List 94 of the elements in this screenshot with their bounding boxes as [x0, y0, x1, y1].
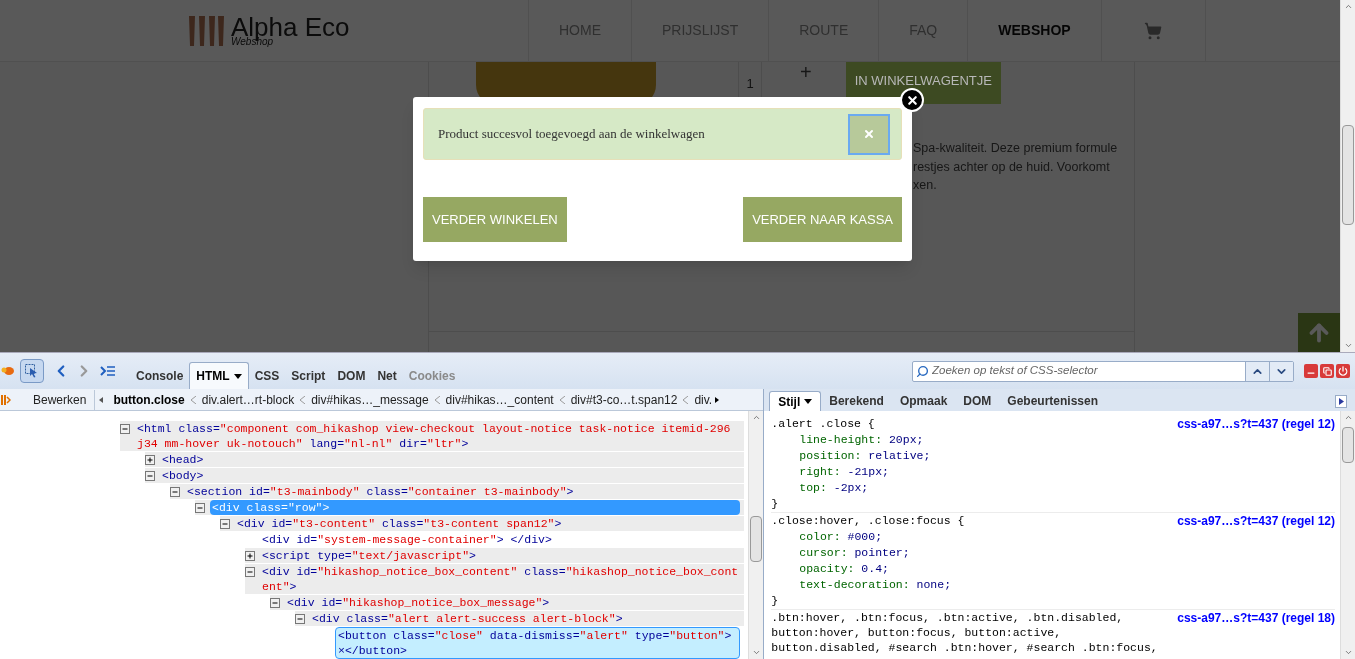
expand-icon[interactable] — [145, 455, 155, 465]
separator-icon — [300, 395, 306, 404]
panel-tab[interactable]: DOM — [331, 362, 372, 389]
css-selector: .close:hover, .close:focus { — [771, 513, 966, 528]
breadcrumb-link[interactable]: div#hikas…_message — [311, 390, 429, 409]
close-icon — [905, 93, 919, 107]
source-link[interactable]: css-a97…s?t=437 (regel 12) — [1177, 513, 1335, 529]
collapse-icon[interactable] — [170, 487, 180, 497]
expand-icon[interactable] — [245, 551, 255, 561]
inspect-button[interactable] — [20, 359, 44, 383]
panel-tab[interactable]: CSS — [248, 362, 286, 389]
collapse-icon[interactable] — [145, 471, 155, 481]
minimize-button[interactable] — [1304, 364, 1318, 378]
bug-icon[interactable] — [1, 365, 15, 377]
collapse-icon[interactable] — [245, 567, 255, 577]
side-panel-tab[interactable]: Stijl — [769, 391, 822, 411]
breadcrumb-link[interactable]: button.close — [113, 390, 185, 409]
close-button[interactable] — [848, 113, 890, 155]
panel-tab[interactable]: Net — [371, 362, 403, 389]
previous-match-button[interactable] — [1245, 361, 1269, 381]
source-link[interactable]: css-a97…s?t=437 (regel 12) — [1177, 416, 1335, 432]
css-declaration[interactable]: cursor: pointer; — [771, 545, 1335, 561]
scroll-down-icon[interactable] — [751, 648, 761, 657]
scroll-right-icon[interactable] — [715, 396, 720, 403]
css-selector: .alert .close { — [771, 416, 876, 431]
scroll-up-icon[interactable] — [751, 413, 761, 422]
css-declaration[interactable]: opacity: 0.4; — [771, 561, 1335, 577]
breadcrumb-toggle-icon[interactable] — [1, 393, 11, 406]
description-text: Spa-kwaliteit. Deze premium formule — [913, 140, 1118, 157]
panel-tab[interactable]: HTML — [189, 362, 249, 389]
css-selector: .btn:hover, .btn:focus, .btn:active, .btn.disabled, button:hover, button:focus, button:active, button.disabled, #search .btn:hover, #search .btn:focus, — [771, 610, 1159, 655]
scrollbar-thumb[interactable] — [1342, 125, 1354, 225]
expand-panel-button[interactable] — [1335, 395, 1347, 408]
separator-icon — [190, 395, 196, 404]
breadcrumb-link[interactable]: div#hikas…_content — [445, 390, 554, 409]
command-line-icon[interactable] — [100, 365, 116, 377]
css-declaration[interactable]: line-height: 20px; — [771, 432, 1335, 448]
description-text: xen. — [913, 177, 937, 194]
restore-icon — [1322, 366, 1332, 376]
scrollbar-thumb[interactable] — [1342, 427, 1354, 463]
description-text: restjes achter op de huid. Voorkomt — [913, 158, 1110, 176]
side-panel-tab[interactable]: Opmaak — [891, 391, 956, 411]
quantity-value: 1 — [746, 74, 754, 93]
collapse-icon[interactable] — [120, 424, 130, 434]
collapse-icon[interactable] — [295, 614, 305, 624]
side-panel-tab[interactable]: DOM — [955, 391, 1000, 411]
breadcrumb-link[interactable]: div#t3-co…t.span12 — [570, 390, 678, 409]
side-panel-tab[interactable]: Berekend — [821, 391, 892, 411]
search-bar[interactable]: Zoeken op tekst of CSS-selector — [912, 360, 1294, 382]
scroll-up-icon[interactable] — [1343, 413, 1353, 422]
separator-icon — [434, 395, 440, 404]
breadcrumb-link[interactable]: div.alert…rt-block — [201, 390, 295, 409]
power-icon — [1338, 366, 1348, 376]
css-declaration[interactable]: color: #000; — [771, 529, 1335, 545]
css-declaration[interactable]: text-decoration: none; — [771, 577, 1335, 593]
closing-brace: } — [771, 497, 779, 510]
edit-button[interactable]: Bewerken — [25, 389, 96, 410]
add-to-cart-button[interactable]: IN WINKELWAGENTJE — [845, 62, 1001, 104]
panel-tab[interactable]: Script — [285, 362, 332, 389]
html-node[interactable]: <button class="close" data-dismiss="alert" type="button">×</button> — [335, 627, 741, 659]
css-declaration[interactable]: top: -2px; — [771, 480, 1335, 496]
css-declaration[interactable]: position: relative; — [771, 448, 1335, 464]
collapse-icon[interactable] — [195, 503, 205, 513]
collapse-icon[interactable] — [220, 519, 230, 529]
separator-icon — [559, 395, 565, 404]
search-field[interactable]: Zoeken op tekst of CSS-selector — [932, 362, 1245, 380]
panel-tab[interactable]: Console — [130, 362, 190, 389]
dropdown-caret-icon — [233, 373, 242, 379]
scrollbar-thumb[interactable] — [750, 516, 763, 562]
cart-icon[interactable] — [1144, 21, 1163, 40]
next-match-button[interactable] — [1269, 361, 1293, 381]
scrollbar[interactable] — [1340, 411, 1355, 659]
restore-button[interactable] — [1320, 364, 1334, 378]
dropdown-caret-icon — [804, 399, 813, 404]
scroll-down-icon[interactable] — [1343, 648, 1353, 657]
css-declaration[interactable]: right: -21px; — [771, 464, 1335, 480]
play-icon — [1338, 398, 1344, 405]
scroll-down-icon[interactable] — [1343, 341, 1353, 350]
scrollbar[interactable] — [1340, 0, 1355, 352]
alert-message: Product succesvol toegevoegd aan de winkelwagen — [438, 125, 705, 144]
source-link[interactable]: css-a97…s?t=437 (regel 18) — [1177, 610, 1335, 626]
scrollbar[interactable] — [748, 411, 764, 659]
scroll-up-icon[interactable] — [1343, 2, 1353, 11]
html-node[interactable]: <div id="system-message-container"> </div> — [260, 532, 741, 547]
scroll-left-icon[interactable] — [99, 396, 104, 403]
search-icon — [916, 364, 929, 378]
cursor-icon — [25, 364, 39, 378]
breadcrumb-link[interactable]: div. — [694, 390, 713, 409]
close-icon — [863, 128, 875, 140]
collapse-icon[interactable] — [270, 598, 280, 608]
power-button[interactable] — [1336, 364, 1350, 378]
side-panel-tab[interactable]: Gebeurtenissen — [999, 391, 1106, 411]
closing-brace: } — [771, 594, 779, 607]
separator-icon — [683, 395, 689, 404]
